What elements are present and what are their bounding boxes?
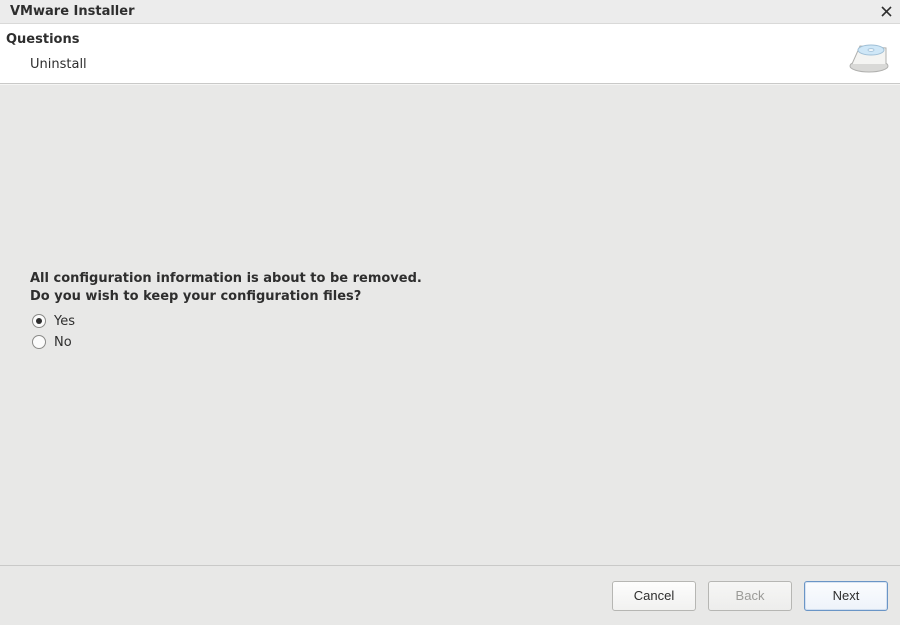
options-group: Yes No	[30, 314, 870, 350]
footer: Cancel Back Next	[0, 565, 900, 625]
back-button[interactable]: Back	[708, 581, 792, 611]
header-text: Questions Uninstall	[6, 30, 87, 72]
header: Questions Uninstall	[0, 24, 900, 84]
option-yes[interactable]: Yes	[32, 314, 870, 329]
content-area: All configuration information is about t…	[0, 84, 900, 565]
installer-window: VMware Installer Questions Uninstall All…	[0, 0, 900, 625]
cancel-button[interactable]: Cancel	[612, 581, 696, 611]
radio-no[interactable]	[32, 335, 46, 349]
option-yes-label: Yes	[54, 314, 75, 329]
header-subtitle: Uninstall	[6, 57, 87, 72]
option-no-label: No	[54, 335, 72, 350]
titlebar: VMware Installer	[0, 0, 900, 24]
radio-yes[interactable]	[32, 314, 46, 328]
option-no[interactable]: No	[32, 335, 870, 350]
window-title: VMware Installer	[10, 4, 878, 19]
disk-icon	[848, 38, 890, 78]
close-button[interactable]	[878, 4, 894, 20]
question-block: All configuration information is about t…	[30, 270, 870, 349]
next-button[interactable]: Next	[804, 581, 888, 611]
header-section-label: Questions	[6, 32, 87, 47]
question-line-2: Do you wish to keep your configuration f…	[30, 288, 870, 306]
question-line-1: All configuration information is about t…	[30, 270, 870, 288]
close-icon	[881, 6, 892, 17]
